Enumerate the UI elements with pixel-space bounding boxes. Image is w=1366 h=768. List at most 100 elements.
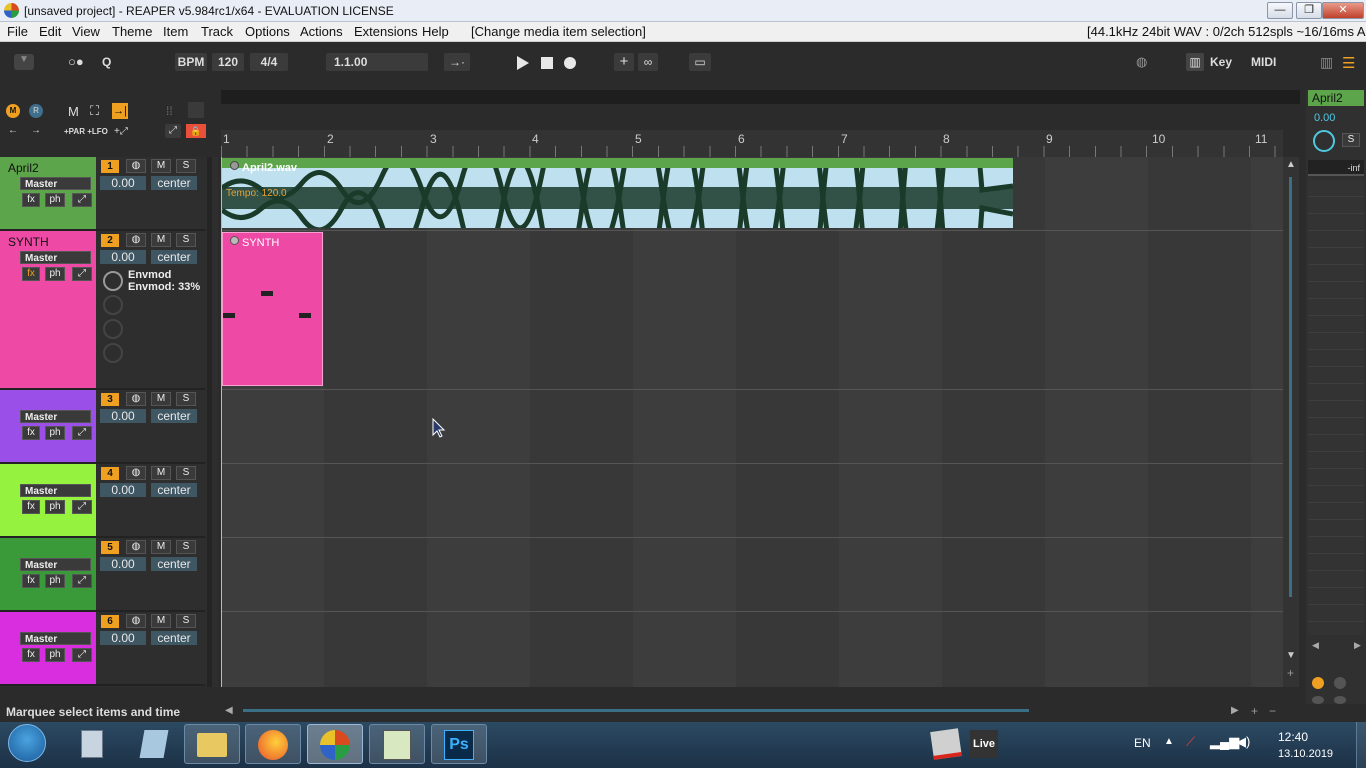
mixer-m-badge[interactable] [1334, 696, 1346, 704]
ph-button[interactable]: ph [45, 267, 65, 281]
volume-field[interactable]: 0.00 [100, 250, 146, 264]
quantize-button[interactable]: Q [102, 55, 111, 69]
track-name[interactable]: SYNTH [8, 235, 49, 249]
plus-envelope-icon[interactable]: +⤢ [114, 126, 128, 137]
mixer-track-name[interactable]: April2 [1308, 90, 1364, 106]
fx-button[interactable]: fx [22, 648, 40, 662]
rec-arm-icon[interactable]: ◍ [126, 159, 146, 173]
solo-button[interactable]: S [176, 233, 196, 247]
language-indicator[interactable]: EN [1134, 736, 1151, 750]
maximize-button[interactable]: ❐ [1296, 2, 1322, 19]
close-button[interactable]: ✕ [1322, 2, 1364, 19]
start-button[interactable] [8, 724, 46, 762]
mute-button[interactable]: M [151, 233, 171, 247]
mute-button[interactable]: M [151, 392, 171, 406]
envelope-icon[interactable]: ⤢ [72, 267, 92, 281]
reaper-taskbar-icon[interactable] [307, 724, 363, 764]
ph-button[interactable]: ph [45, 574, 65, 588]
calculator-icon[interactable] [64, 724, 120, 764]
rec-arm-icon[interactable]: ◍ [126, 614, 146, 628]
mixer-i-badge[interactable] [1312, 677, 1324, 689]
track-2[interactable]: SYNTH Master fx ph ⤢ 2 ◍ M S 0.00 center… [0, 231, 205, 390]
midi-button[interactable]: MIDI [1251, 55, 1276, 69]
routing-field[interactable]: Master [20, 177, 91, 190]
audio-item[interactable]: April2.wav Tempo: 120.0 [222, 158, 1013, 228]
zoom-in-icon[interactable]: + [1251, 704, 1258, 718]
pan-field[interactable]: center [151, 557, 197, 571]
sketchup-icon[interactable] [930, 728, 962, 760]
play-icon[interactable] [517, 56, 529, 70]
envelope-icon[interactable]: ⤢ [72, 648, 92, 662]
volume-field[interactable]: 0.00 [100, 483, 146, 497]
pan-field[interactable]: center [151, 250, 197, 264]
menu-file[interactable]: File [7, 24, 28, 39]
position-display[interactable]: 1.1.00 [326, 53, 428, 71]
mixer-pan-knob[interactable] [1313, 130, 1335, 152]
mixer-solo-button[interactable]: S [1342, 133, 1360, 147]
photoshop-icon[interactable]: Ps [431, 724, 487, 764]
menu-track[interactable]: Track [201, 24, 233, 39]
volume-field[interactable]: 0.00 [100, 176, 146, 190]
menu-item[interactable]: Item [163, 24, 188, 39]
master-m-button[interactable]: M [68, 104, 79, 119]
piano-icon[interactable]: ▥ [1186, 53, 1204, 71]
tcp-scroll-separator[interactable] [207, 157, 212, 687]
back-icon[interactable]: ← [8, 125, 18, 136]
menu-theme[interactable]: Theme [112, 24, 152, 39]
timeline-overview[interactable] [221, 90, 1300, 104]
vertical-scrollbar[interactable]: ▲ ▼ + [1283, 157, 1299, 687]
mixer-s-badge[interactable] [1334, 677, 1346, 689]
screen-icon[interactable]: ▭ [689, 53, 711, 71]
item-lock-icon[interactable] [230, 161, 239, 170]
ph-button[interactable]: ph [45, 193, 65, 207]
empty-knob[interactable] [103, 319, 123, 339]
mixer-r-badge[interactable] [1312, 696, 1324, 704]
transport-mode-icon[interactable]: →· [444, 53, 470, 71]
resize-icon[interactable]: ⤢ [165, 124, 181, 138]
solo-button[interactable]: S [176, 614, 196, 628]
volume-icon[interactable]: ◀) [1236, 734, 1250, 750]
mixer-volume[interactable]: 0.00 [1314, 112, 1335, 124]
ph-button[interactable]: ph [45, 648, 65, 662]
expand-icon[interactable]: ⛶ [90, 103, 99, 119]
record-mode-icon[interactable]: ○● [68, 54, 84, 69]
globe-icon[interactable]: ◍ [1136, 54, 1147, 70]
scroll-thumb[interactable] [243, 709, 1029, 712]
add-icon[interactable]: + [614, 53, 634, 71]
clock-time[interactable]: 12:40 [1278, 730, 1308, 744]
scroll-thumb[interactable] [1289, 177, 1292, 597]
minimize-button[interactable]: — [1267, 2, 1293, 19]
zoom-out-icon[interactable]: − [1269, 704, 1276, 718]
pan-field[interactable]: center [151, 409, 197, 423]
fx-button[interactable]: fx [22, 193, 40, 207]
horizontal-scrollbar[interactable]: ◀ ▶ + − [221, 704, 1283, 718]
arrow-right-icon[interactable]: →| [112, 103, 128, 119]
envelope-icon[interactable]: ⤢ [72, 193, 92, 207]
columns-icon[interactable]: ▥ [1320, 54, 1333, 71]
blank-toggle[interactable] [188, 102, 204, 118]
lock-icon[interactable]: 🔒 [186, 124, 206, 138]
solo-button[interactable]: S [176, 392, 196, 406]
pan-field[interactable]: center [151, 631, 197, 645]
menu-icon[interactable]: ☰ [1342, 54, 1355, 72]
audio-editor-icon[interactable] [369, 724, 425, 764]
scroll-left-icon[interactable]: ◀ [225, 705, 233, 716]
fx-button[interactable]: fx [22, 500, 40, 514]
par-lfo-buttons[interactable]: +PAR +LFO [64, 127, 108, 136]
ph-button[interactable]: ph [45, 426, 65, 440]
tray-arrow-icon[interactable]: ▲ [1164, 736, 1174, 747]
zoom-in-icon[interactable]: + [1287, 666, 1294, 680]
solo-button[interactable]: S [176, 159, 196, 173]
empty-knob[interactable] [103, 343, 123, 363]
mixer-meter[interactable] [1308, 180, 1364, 635]
notepad-icon[interactable] [126, 724, 182, 764]
mixer-right-icon[interactable]: ▶ [1354, 640, 1361, 651]
track-3[interactable]: Master fx ph ⤢ 3 ◍ M S 0.00 center [0, 390, 205, 464]
solo-button[interactable]: S [176, 540, 196, 554]
mute-button[interactable]: M [151, 466, 171, 480]
routing-field[interactable]: Master [20, 484, 91, 497]
menu-help[interactable]: Help [422, 24, 449, 39]
bpm-value[interactable]: 120 [212, 53, 244, 71]
empty-knob[interactable] [103, 295, 123, 315]
solo-button[interactable]: S [176, 466, 196, 480]
